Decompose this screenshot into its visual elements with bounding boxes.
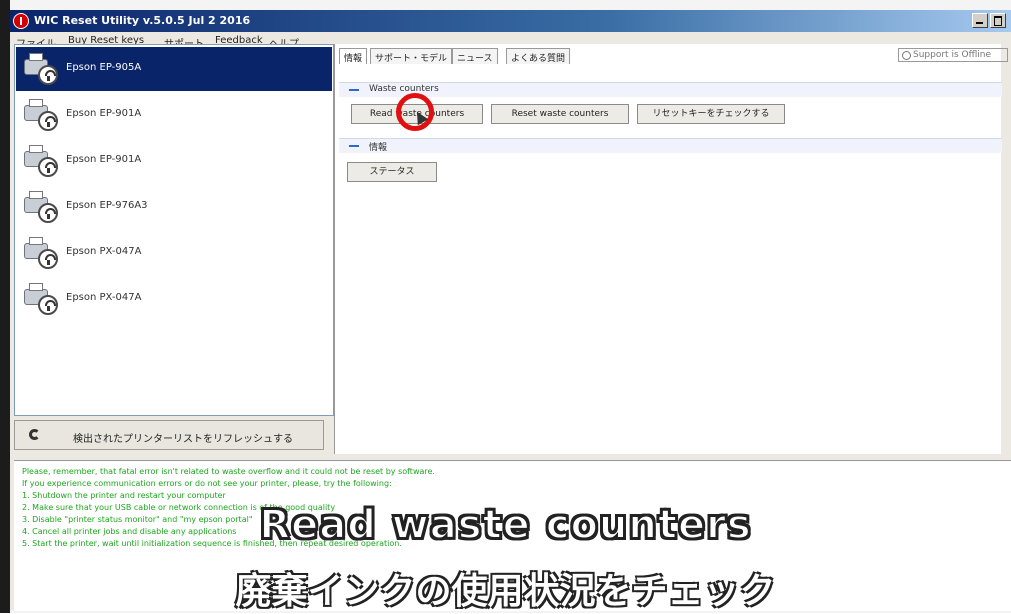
log-line: Please, remember, that fatal error isn't… xyxy=(22,467,435,476)
printer-name: Epson EP-976A3 xyxy=(66,200,148,211)
minimize-button[interactable] xyxy=(972,13,988,28)
printer-list: Epson EP-905A Epson EP-901A Epson EP-901… xyxy=(14,44,334,416)
caption-japanese: 廃棄インクの使用状況をチェック xyxy=(235,571,776,612)
log-line: 1. Shutdown the printer and restart your… xyxy=(22,491,226,500)
printer-name: Epson EP-905A xyxy=(66,62,142,73)
printer-item[interactable]: Epson EP-905A xyxy=(16,47,332,91)
status-button[interactable]: ステータス xyxy=(347,162,437,182)
title-bar: WIC Reset Utility v.5.0.5 Jul 2 2016 xyxy=(10,10,1011,32)
collapse-icon xyxy=(349,145,359,147)
printer-item[interactable]: Epson PX-047A xyxy=(16,231,332,275)
printer-icon xyxy=(24,237,62,271)
main-panel: 情報 サポート・モデル ニュース よくある質問 Support is Offli… xyxy=(334,44,1008,454)
printer-icon xyxy=(24,145,62,179)
check-reset-key-button[interactable]: リセットキーをチェックする xyxy=(637,104,785,124)
reset-waste-counters-button[interactable]: Reset waste counters xyxy=(491,104,629,124)
app-logo-icon xyxy=(13,13,29,29)
tab-support-models[interactable]: サポート・モデル xyxy=(370,48,453,64)
printer-icon xyxy=(24,283,62,317)
collapse-icon xyxy=(349,89,359,91)
printer-item[interactable]: Epson EP-976A3 xyxy=(16,185,332,229)
printer-icon xyxy=(24,53,62,87)
printer-item[interactable]: Epson PX-047A xyxy=(16,277,332,321)
maximize-button[interactable] xyxy=(990,13,1006,28)
support-status: Support is Offline xyxy=(898,48,1008,62)
printer-item[interactable]: Epson EP-901A xyxy=(16,93,332,137)
printer-name: Epson PX-047A xyxy=(66,292,142,303)
printer-icon xyxy=(24,99,62,133)
printer-name: Epson EP-901A xyxy=(66,154,142,165)
printer-icon xyxy=(24,191,62,225)
window-title: WIC Reset Utility v.5.0.5 Jul 2 2016 xyxy=(34,14,251,27)
tab-faq[interactable]: よくある質問 xyxy=(506,48,571,64)
printer-name: Epson EP-901A xyxy=(66,108,142,119)
printer-name: Epson PX-047A xyxy=(66,246,142,257)
refresh-icon xyxy=(29,429,40,440)
waste-counters-section[interactable]: Waste counters xyxy=(339,82,1002,97)
refresh-printers-button[interactable]: 検出されたプリンターリストをリフレッシュする xyxy=(14,420,324,450)
tab-news[interactable]: ニュース xyxy=(452,48,498,64)
info-section[interactable]: 情報 xyxy=(339,138,1002,153)
tab-info[interactable]: 情報 xyxy=(339,48,368,64)
log-line: If you experience communication errors o… xyxy=(22,479,392,488)
caption-english: Read waste counters xyxy=(258,501,752,549)
support-icon xyxy=(902,51,911,60)
printer-item[interactable]: Epson EP-901A xyxy=(16,139,332,183)
refresh-label: 検出されたプリンターリストをリフレッシュする xyxy=(73,434,293,445)
